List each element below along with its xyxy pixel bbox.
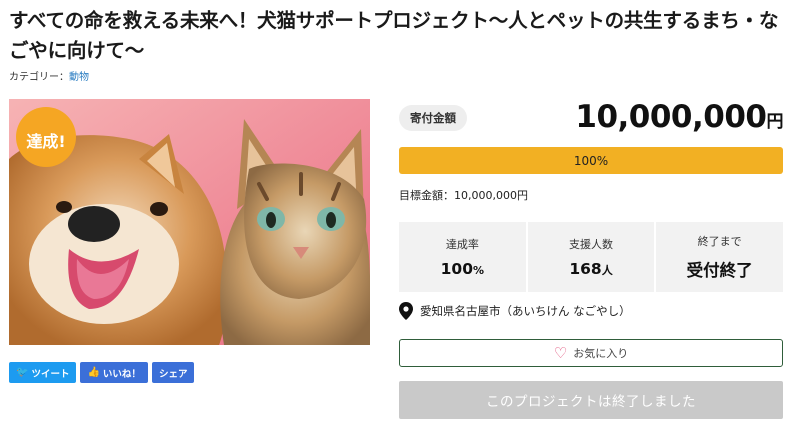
amount-value: 10,000,000: [575, 99, 767, 135]
funding-panel: 寄付金額 10,000,000円 100% 目標金額：10,000,000円 達…: [399, 99, 783, 419]
stat-supporters: 支援人数 168人: [527, 222, 655, 292]
share-button[interactable]: シェア: [151, 362, 195, 383]
project-ended-button: このプロジェクトは終了しました: [399, 381, 783, 419]
share-label: シェア: [158, 368, 188, 380]
progress-bar: 100%: [399, 147, 783, 174]
hero-image: 達成!: [9, 99, 370, 345]
donation-amount: 10,000,000円: [575, 99, 783, 135]
stat-value: 受付終了: [686, 261, 753, 280]
category-line: カテゴリー：動物: [9, 68, 89, 83]
like-button[interactable]: 👍 いいね！: [80, 362, 148, 383]
tweet-button[interactable]: 🐦 ツイート: [9, 362, 77, 383]
location-text: 愛知県名古屋市（あいちけん なごやし）: [420, 304, 631, 318]
amount-row: 寄付金額 10,000,000円: [399, 99, 783, 139]
goal-amount: 目標金額：10,000,000円: [399, 189, 528, 202]
stat-achievement-rate: 達成率 100%: [399, 222, 526, 292]
map-pin-icon: [399, 302, 413, 320]
amount-unit: 円: [766, 112, 784, 132]
like-label: いいね！: [102, 368, 141, 380]
location: 愛知県名古屋市（あいちけん なごやし）: [399, 302, 631, 320]
stat-label: 支援人数: [569, 238, 613, 251]
favorite-label: お気に入り: [573, 347, 629, 360]
heart-icon: ♡: [553, 343, 568, 362]
tweet-label: ツイート: [31, 368, 70, 380]
favorite-button[interactable]: ♡ お気に入り: [399, 339, 783, 367]
achieved-badge: 達成!: [26, 132, 66, 151]
twitter-bird-icon: 🐦: [16, 366, 29, 378]
stat-label: 終了まで: [697, 235, 742, 248]
project-title: すべての命を救える未来へ！犬猫サポートプロジェクト〜人とペットの共生するまち・な…: [9, 9, 779, 62]
category-label: カテゴリー：: [9, 72, 69, 83]
stat-value: 168人: [569, 260, 613, 278]
thumbs-up-icon: 👍: [87, 366, 100, 378]
stat-label: 達成率: [445, 238, 479, 251]
stats-grid: 達成率 100% 支援人数 168人 終了まで 受付終了: [399, 222, 784, 292]
donation-amount-badge: 寄付金額: [399, 105, 467, 131]
share-buttons: 🐦 ツイート 👍 いいね！ シェア: [9, 362, 195, 383]
progress-fill: 100%: [399, 147, 783, 174]
category-link[interactable]: 動物: [69, 72, 89, 83]
stat-deadline: 終了まで 受付終了: [656, 222, 784, 292]
stat-value: 100%: [440, 260, 485, 278]
